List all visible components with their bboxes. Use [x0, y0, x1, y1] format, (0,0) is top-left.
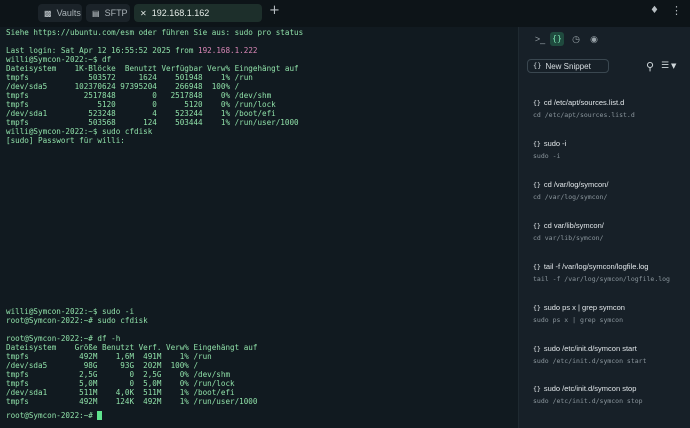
- snippet-icon: {}: [533, 99, 541, 107]
- close-icon[interactable]: ✕: [140, 9, 147, 18]
- snippet-name: cd var/lib/symcon/: [543, 221, 604, 230]
- terminal-line: /dev/sda5 102370624 97395204 266948 100%…: [6, 82, 240, 91]
- snippet-name: sudo ps x | grep symcon: [543, 303, 625, 312]
- terminal-line: /dev/sda5 98G 93G 202M 100% /: [6, 361, 199, 370]
- terminal-output[interactable]: Siehe https://ubuntu.com/esm oder führen…: [0, 27, 518, 428]
- snippet-command: cd /etc/apt/sources.list.d: [533, 111, 635, 119]
- more-icon[interactable]: ⋮: [671, 4, 682, 17]
- terminal-line: tmpfs 5,0M 0 5,0M 0% /run/lock: [6, 379, 235, 388]
- snippet-icon: {}: [533, 140, 541, 148]
- terminal-line: [sudo] Passwort für willi:: [6, 136, 125, 145]
- snippet-name: sudo -i: [543, 139, 567, 148]
- snippet-name: sudo /etc/init.d/symcon start: [543, 344, 637, 353]
- tab-vaults[interactable]: ▩ Vaults: [38, 4, 82, 22]
- terminal-line: /dev/sda1 523248 4 523244 1% /boot/efi: [6, 109, 276, 118]
- vault-icon: ▩: [44, 8, 52, 18]
- new-tab-button[interactable]: +: [269, 3, 280, 18]
- snippet-command: sudo -i: [533, 152, 561, 160]
- bell-icon[interactable]: ♦: [650, 5, 659, 16]
- tab-label: 192.168.1.162: [151, 8, 210, 18]
- snippet-icon: {}: [533, 385, 541, 393]
- login-ip: 192.168.1.222: [198, 46, 258, 55]
- snippet-command: sudo /etc/init.d/symcon stop: [533, 397, 643, 405]
- snippets-panel: >_ {} ◷ ◉ {} New Snippet ⚲ ☰ ▼ {} cd /etc…: [518, 27, 690, 428]
- tab-label: Vaults: [56, 8, 81, 18]
- title-bar: ▩ Vaults ▤ SFTP ✕ 192.168.1.162 + ♦ ⋮: [0, 0, 690, 28]
- terminal-line: tmpfs 503568 124 503444 1% /run/user/100…: [6, 118, 299, 127]
- snippet-command: sudo ps x | grep symcon: [533, 316, 624, 324]
- terminal-line: tmpfs 503572 1624 501948 1% /run: [6, 73, 253, 82]
- snippet-item[interactable]: {} sudo /etc/init.d/symcon start sudo /et…: [533, 344, 683, 366]
- login-text: Last login: Sat Apr 12 16:55:52 2025 fro…: [6, 46, 199, 55]
- terminal-line: tmpfs 2,5G 0 2,5G 0% /dev/shm: [6, 370, 231, 379]
- snippet-name: tail -f /var/log/symcon/logfile.log: [543, 262, 649, 271]
- terminal-line: Last login: Sat Apr 12 16:55:52 2025 fro…: [6, 46, 257, 55]
- snippet-icon: {}: [533, 62, 542, 70]
- snippet-icon: {}: [533, 181, 541, 189]
- snippet-name: cd /etc/apt/sources.list.d: [543, 98, 625, 107]
- history-icon[interactable]: ◷: [569, 32, 583, 46]
- list-icon[interactable]: ☰: [661, 61, 669, 71]
- terminal-line: tmpfs 2517848 0 2517848 0% /dev/shm: [6, 91, 272, 100]
- terminal-line: root@Symcon-2022:~# df -h: [6, 334, 121, 343]
- terminal-line: /dev/sda1 511M 4,0K 511M 1% /boot/efi: [6, 388, 235, 397]
- prompt: root@Symcon-2022:~#: [6, 411, 98, 420]
- text-cursor: [97, 411, 103, 420]
- snippet-item[interactable]: {} cd /etc/apt/sources.list.d cd /etc/apt…: [533, 98, 683, 120]
- snippet-name: sudo /etc/init.d/symcon stop: [543, 384, 637, 393]
- snippet-name: cd /var/log/symcon/: [543, 180, 609, 189]
- folder-icon: ▤: [92, 8, 100, 18]
- snippet-icon: {}: [533, 263, 541, 271]
- terminal-line: root@Symcon-2022:~# sudo cfdisk: [6, 316, 148, 325]
- search-icon[interactable]: ⚲: [646, 60, 654, 73]
- snippet-command: cd var/lib/symcon/: [533, 234, 604, 242]
- snippet-item[interactable]: {} cd var/lib/symcon/ cd var/lib/symcon/: [533, 221, 683, 243]
- snippet-command: sudo /etc/init.d/symcon start: [533, 357, 647, 365]
- chevron-down-icon[interactable]: ▼: [671, 62, 676, 70]
- tab-label: SFTP: [104, 8, 128, 18]
- terminal-line: tmpfs 492M 1,6M 491M 1% /run: [6, 352, 212, 361]
- terminal-icon[interactable]: >_: [533, 32, 547, 46]
- snippet-icon: {}: [533, 222, 541, 230]
- snippet-command: cd /var/log/symcon/: [533, 193, 608, 201]
- terminal-line: Dateisystem Größe Benutzt Verf. Verw% Ei…: [6, 343, 258, 352]
- snippet-item[interactable]: {} sudo /etc/init.d/symcon stop sudo /etc…: [533, 384, 683, 406]
- snippet-item[interactable]: {} sudo ps x | grep symcon sudo ps x | gr…: [533, 303, 683, 325]
- new-snippet-label: New Snippet: [545, 61, 591, 71]
- terminal-prompt-line[interactable]: root@Symcon-2022:~#: [6, 411, 103, 420]
- new-snippet-button[interactable]: {} New Snippet: [527, 59, 609, 73]
- snippet-item[interactable]: {} cd /var/log/symcon/ cd /var/log/symcon…: [533, 180, 683, 202]
- terminal-line: Dateisystem 1K-Blöcke Benutzt Verfügbar …: [6, 64, 299, 73]
- palette-icon[interactable]: ◉: [587, 32, 601, 46]
- snippet-icon: {}: [533, 345, 541, 353]
- snippet-icon: {}: [533, 304, 541, 312]
- snippet-item[interactable]: {} tail -f /var/log/symcon/logfile.log ta…: [533, 262, 683, 284]
- terminal-line: willi@Symcon-2022:~$ sudo cfdisk: [6, 127, 153, 136]
- terminal-line: tmpfs 5120 0 5120 0% /run/lock: [6, 100, 276, 109]
- snippet-command: tail -f /var/log/symcon/logfile.log: [533, 275, 670, 283]
- terminal-line: tmpfs 492M 124K 492M 1% /run/user/1000: [6, 397, 258, 406]
- terminal-line: willi@Symcon-2022:~$ df: [6, 55, 112, 64]
- tab-sftp[interactable]: ▤ SFTP: [86, 4, 130, 22]
- terminal-line: Siehe https://ubuntu.com/esm oder führen…: [6, 28, 304, 37]
- terminal-line: willi@Symcon-2022:~$ sudo -i: [6, 307, 135, 316]
- tab-active-session[interactable]: ✕ 192.168.1.162: [134, 4, 262, 22]
- snippet-item[interactable]: {} sudo -i sudo -i: [533, 139, 683, 161]
- snippets-icon[interactable]: {}: [550, 32, 564, 46]
